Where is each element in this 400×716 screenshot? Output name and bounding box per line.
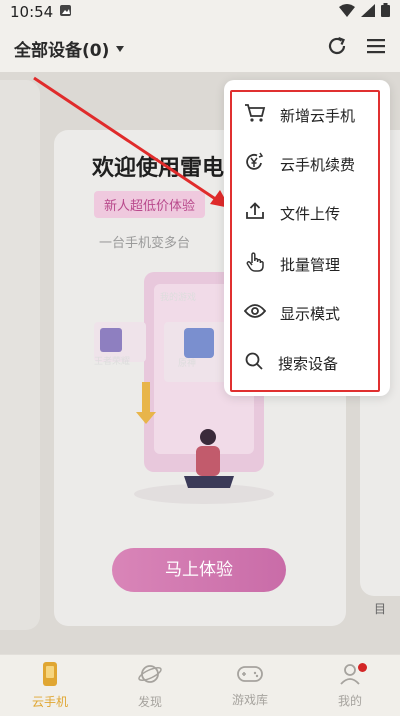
promo-badge: 新人超低价体验 [94, 191, 206, 218]
status-time: 10:54 [10, 3, 54, 21]
illustration-app-right-label: 原神 [178, 359, 197, 369]
app-header: 全部设备(0) [0, 24, 400, 72]
menu-item-label: 批量管理 [280, 255, 341, 274]
menu-item-renew-cloud-phone[interactable]: 云手机续费 [234, 141, 374, 187]
nav-label: 云手机 [31, 695, 68, 709]
menu-item-label: 文件上传 [280, 204, 341, 223]
nav-label: 我的 [337, 694, 362, 708]
try-now-button[interactable]: 马上体验 [112, 548, 286, 592]
cart-icon [244, 103, 266, 127]
menu-item-label: 新增云手机 [280, 106, 356, 125]
menu-item-add-cloud-phone[interactable]: 新增云手机 [234, 92, 374, 138]
menu-item-batch-manage[interactable]: 批量管理 [234, 241, 374, 287]
menu-item-label: 显示模式 [280, 304, 341, 323]
caret-down-icon [115, 38, 125, 58]
nav-mine[interactable]: 我的 [300, 655, 400, 716]
eye-icon [243, 303, 267, 323]
menu-item-label: 云手机续费 [280, 155, 356, 174]
menu-item-file-upload[interactable]: 文件上传 [234, 190, 374, 236]
welcome-title: 欢迎使用雷电 [92, 156, 225, 181]
renew-yuan-icon [244, 151, 266, 177]
nav-discover[interactable]: 发现 [100, 655, 200, 716]
signal-icon [361, 3, 375, 21]
notification-dot [358, 663, 367, 672]
hand-pointer-icon [244, 251, 266, 277]
upload-icon [244, 201, 266, 225]
next-card-label: 目 [374, 602, 387, 616]
battery-icon [381, 3, 390, 21]
welcome-subtitle: 一台手机变多台 [99, 236, 191, 251]
nav-label: 发现 [137, 695, 162, 709]
illustration-phone-caption: 我的游戏 [160, 293, 197, 303]
image-notification-icon [59, 3, 72, 21]
nav-game-library[interactable]: 游戏库 [200, 655, 300, 716]
device-filter-dropdown[interactable]: 全部设备(0) [14, 36, 125, 61]
wifi-icon [339, 3, 355, 21]
discover-planet-icon [137, 661, 163, 690]
device-filter-label: 全部设备(0) [14, 40, 110, 61]
gamepad-icon [236, 663, 264, 688]
bottom-navigation: 云手机 发现 游戏库 我的 [0, 654, 400, 716]
illustration-app-left-label: 王者荣耀 [94, 357, 131, 367]
menu-item-search-device[interactable]: 搜索设备 [234, 340, 374, 386]
nav-cloud-phone[interactable]: 云手机 [0, 655, 100, 716]
search-icon [244, 351, 264, 375]
nav-label: 游戏库 [231, 693, 268, 707]
previous-card-peek [0, 80, 40, 630]
menu-item-display-mode[interactable]: 显示模式 [234, 290, 374, 336]
menu-icon[interactable] [366, 37, 386, 59]
menu-item-label: 搜索设备 [278, 354, 339, 373]
refresh-icon[interactable] [326, 35, 348, 61]
status-bar: 10:54 [0, 0, 400, 24]
phone-icon [39, 661, 61, 690]
